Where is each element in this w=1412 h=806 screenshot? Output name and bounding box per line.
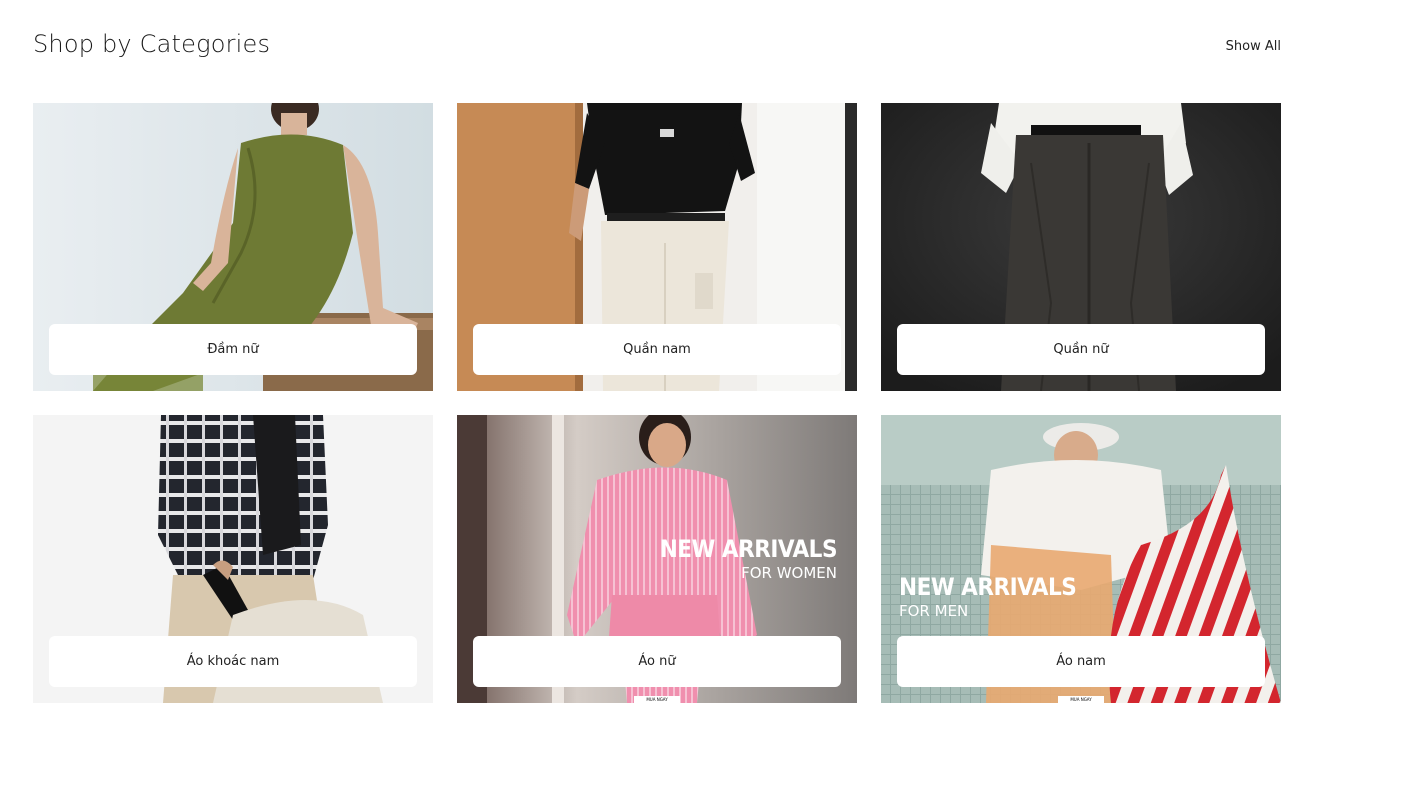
promo-subheading: FOR WOMEN bbox=[741, 564, 837, 582]
shop-now-tag: MUA NGAY bbox=[634, 696, 680, 703]
category-card-ao-khoac-nam[interactable]: Áo khoác nam bbox=[33, 415, 433, 703]
category-label-button[interactable]: Quần nam bbox=[473, 324, 841, 375]
section-title: Shop by Categories bbox=[33, 30, 271, 58]
category-card-quan-nam[interactable]: Quần nam bbox=[457, 103, 857, 391]
promo-subheading: FOR MEN bbox=[899, 602, 969, 620]
category-card-quan-nu[interactable]: Quần nữ bbox=[881, 103, 1281, 391]
promo-heading: NEW ARRIVALS bbox=[659, 535, 838, 563]
show-all-link[interactable]: Show All bbox=[1226, 39, 1281, 54]
category-label-button[interactable]: Áo nam bbox=[897, 636, 1265, 687]
promo-heading: NEW ARRIVALS bbox=[899, 573, 1077, 601]
category-card-ao-nu[interactable]: NEW ARRIVALS FOR WOMEN MUA NGAY Áo nữ bbox=[457, 415, 857, 703]
category-card-dam-nu[interactable]: Đầm nữ bbox=[33, 103, 433, 391]
promo-text: NEW ARRIVALS FOR MEN bbox=[899, 573, 1077, 620]
category-label-button[interactable]: Áo khoác nam bbox=[49, 636, 417, 687]
section-header: Shop by Categories Show All bbox=[33, 28, 1281, 68]
category-label-button[interactable]: Áo nữ bbox=[473, 636, 841, 687]
category-label-button[interactable]: Đầm nữ bbox=[49, 324, 417, 375]
category-grid: Đầm nữ Quần nam Quần nữ Áo khoác nam NEW… bbox=[33, 103, 1281, 703]
category-card-ao-nam[interactable]: NEW ARRIVALS FOR MEN MUA NGAY Áo nam bbox=[881, 415, 1281, 703]
promo-text: NEW ARRIVALS FOR WOMEN bbox=[659, 535, 838, 582]
category-label-button[interactable]: Quần nữ bbox=[897, 324, 1265, 375]
shop-now-tag: MUA NGAY bbox=[1058, 696, 1104, 703]
